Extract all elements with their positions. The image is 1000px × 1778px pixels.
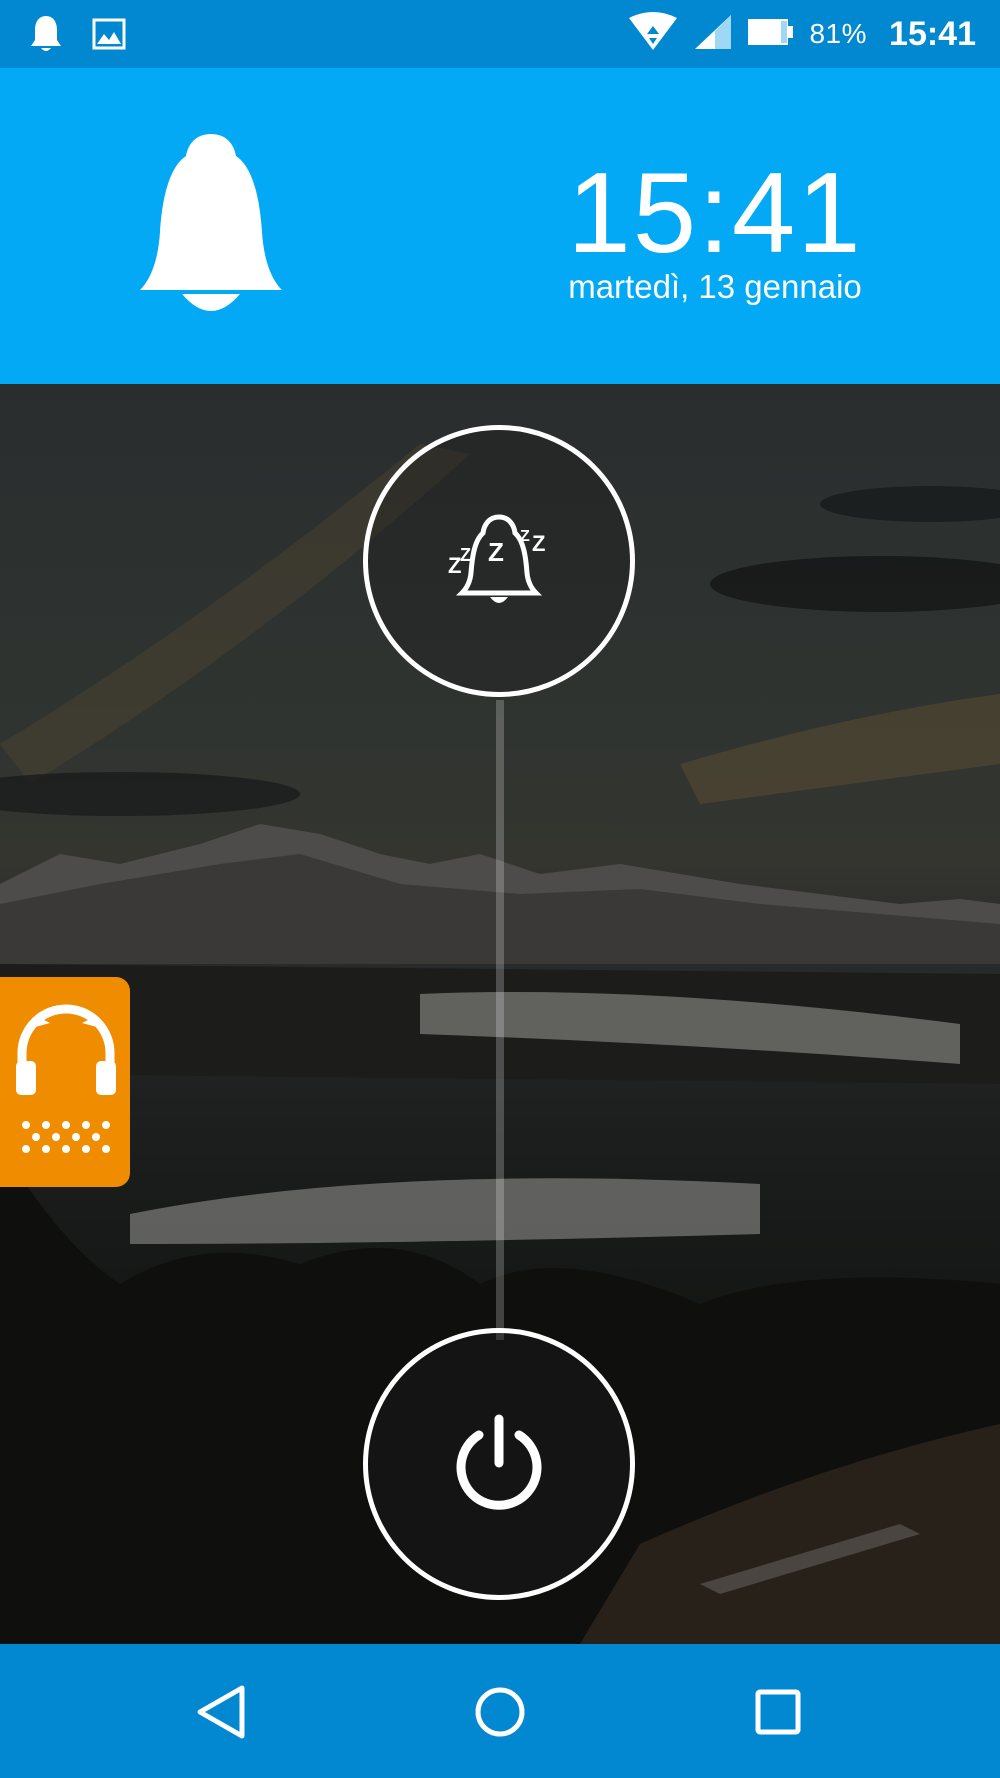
battery-icon xyxy=(747,17,795,52)
battery-percent: 81% xyxy=(809,18,868,49)
image-icon xyxy=(92,18,126,55)
clock-date: martedì, 13 gennaio xyxy=(568,268,862,305)
clock: 15:41 martedì, 13 gennaio xyxy=(540,150,890,306)
snooze-button[interactable]: Z Z Z Z Z xyxy=(363,425,635,697)
notification-bell-icon xyxy=(28,14,64,59)
wifi-icon xyxy=(627,11,679,57)
home-icon[interactable] xyxy=(470,1682,530,1742)
alarm-bell-icon xyxy=(136,132,286,323)
navigation-bar xyxy=(0,1644,1000,1778)
back-icon[interactable] xyxy=(192,1682,252,1742)
svg-text:Z: Z xyxy=(460,545,471,565)
status-time: 15:41 xyxy=(889,14,976,53)
clock-time: 15:41 xyxy=(567,150,863,277)
dismiss-alarm-button[interactable] xyxy=(363,1328,635,1600)
svg-text:Z: Z xyxy=(532,531,545,556)
alarm-header: 15:41 martedì, 13 gennaio xyxy=(0,68,1000,384)
svg-text:Z: Z xyxy=(520,528,530,545)
cell-signal-icon xyxy=(693,13,733,56)
recents-icon[interactable] xyxy=(748,1682,808,1742)
status-bar: 81% 15:41 xyxy=(0,0,1000,68)
slider-track xyxy=(496,700,504,1340)
music-widget-tab[interactable] xyxy=(0,977,130,1187)
svg-text:Z: Z xyxy=(488,537,504,567)
